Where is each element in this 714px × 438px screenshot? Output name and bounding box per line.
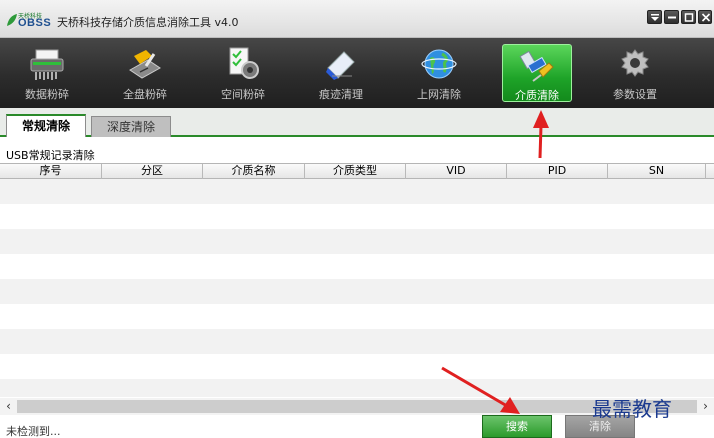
tab-deep-clear[interactable]: 深度清除 <box>91 116 171 137</box>
toolbar-label: 痕迹清理 <box>319 88 363 101</box>
toolbar-item-trace-cleanup[interactable]: 痕迹清理 <box>306 44 376 102</box>
toolbar-item-settings[interactable]: 参数设置 <box>600 44 670 102</box>
table-row[interactable] <box>0 254 714 279</box>
usb-records-table: 序号 分区 介质名称 介质类型 VID PID SN <box>0 163 714 397</box>
maximize-button[interactable] <box>681 10 696 24</box>
toolbar-label: 上网清除 <box>417 88 461 101</box>
section-title: USB常规记录清除 <box>6 149 95 162</box>
toolbar-item-space-shred[interactable]: 空间粉碎 <box>208 44 278 102</box>
tab-strip: 常规清除 深度清除 <box>0 108 714 137</box>
table-header: 序号 分区 介质名称 介质类型 VID PID SN <box>0 163 714 179</box>
column-header-vid[interactable]: VID <box>406 164 507 179</box>
table-row[interactable] <box>0 304 714 329</box>
status-text: 未检测到... <box>6 425 61 438</box>
chevron-down-icon <box>651 14 659 21</box>
table-row[interactable] <box>0 354 714 379</box>
scroll-right-arrow[interactable]: › <box>697 398 714 415</box>
column-header-media-name[interactable]: 介质名称 <box>203 164 305 179</box>
disk-shred-icon <box>129 50 161 79</box>
main-toolbar: 数据粉碎 全盘粉碎 空间粉碎 痕迹清理 上网清除 介质清除 参数设置 <box>0 38 714 108</box>
table-row[interactable] <box>0 204 714 229</box>
toolbar-label: 数据粉碎 <box>25 88 69 101</box>
column-header-media-type[interactable]: 介质类型 <box>305 164 406 179</box>
maximize-icon <box>684 13 694 22</box>
column-header-partition[interactable]: 分区 <box>102 164 203 179</box>
watermark-text: 最需教育 <box>592 397 672 421</box>
toolbar-item-data-shred[interactable]: 数据粉碎 <box>12 44 82 102</box>
close-button[interactable] <box>698 10 712 24</box>
usb-brush-icon <box>519 50 554 82</box>
toolbar-label: 全盘粉碎 <box>123 88 167 101</box>
toolbar-item-media-clear[interactable]: 介质清除 <box>502 44 572 102</box>
column-header-index[interactable]: 序号 <box>0 164 102 179</box>
toolbar-label: 介质清除 <box>515 89 559 102</box>
table-row[interactable] <box>0 279 714 304</box>
logo-big-text: OBSS <box>18 17 52 29</box>
toolbar-item-internet-clear[interactable]: 上网清除 <box>404 44 474 102</box>
column-header-sn[interactable]: SN <box>608 164 706 179</box>
gear-icon <box>621 49 649 77</box>
column-header-pid[interactable]: PID <box>507 164 608 179</box>
title-bar: 天桥科技 OBSS 天桥科技存储介质信息消除工具 v4.0 <box>0 0 714 38</box>
eraser-icon <box>326 51 355 80</box>
app-logo: 天桥科技 OBSS <box>6 11 54 31</box>
window-title: 天桥科技存储介质信息消除工具 v4.0 <box>57 16 239 29</box>
search-button[interactable]: 搜索 <box>482 415 552 438</box>
globe-icon <box>421 49 457 79</box>
minimize-button[interactable] <box>664 10 679 24</box>
shredder-icon <box>30 49 64 80</box>
leaf-icon <box>7 14 17 26</box>
table-row[interactable] <box>0 329 714 354</box>
table-row[interactable] <box>0 229 714 254</box>
toolbar-label: 空间粉碎 <box>221 88 265 101</box>
dropdown-menu-button[interactable] <box>647 10 662 24</box>
space-shred-icon <box>229 47 259 79</box>
toolbar-item-full-disk-shred[interactable]: 全盘粉碎 <box>110 44 180 102</box>
tab-normal-clear[interactable]: 常规清除 <box>6 114 86 137</box>
table-row[interactable] <box>0 179 714 204</box>
scroll-left-arrow[interactable]: ‹ <box>0 398 17 415</box>
toolbar-label: 参数设置 <box>613 88 657 101</box>
minimize-icon <box>668 16 676 19</box>
close-icon <box>701 13 711 22</box>
